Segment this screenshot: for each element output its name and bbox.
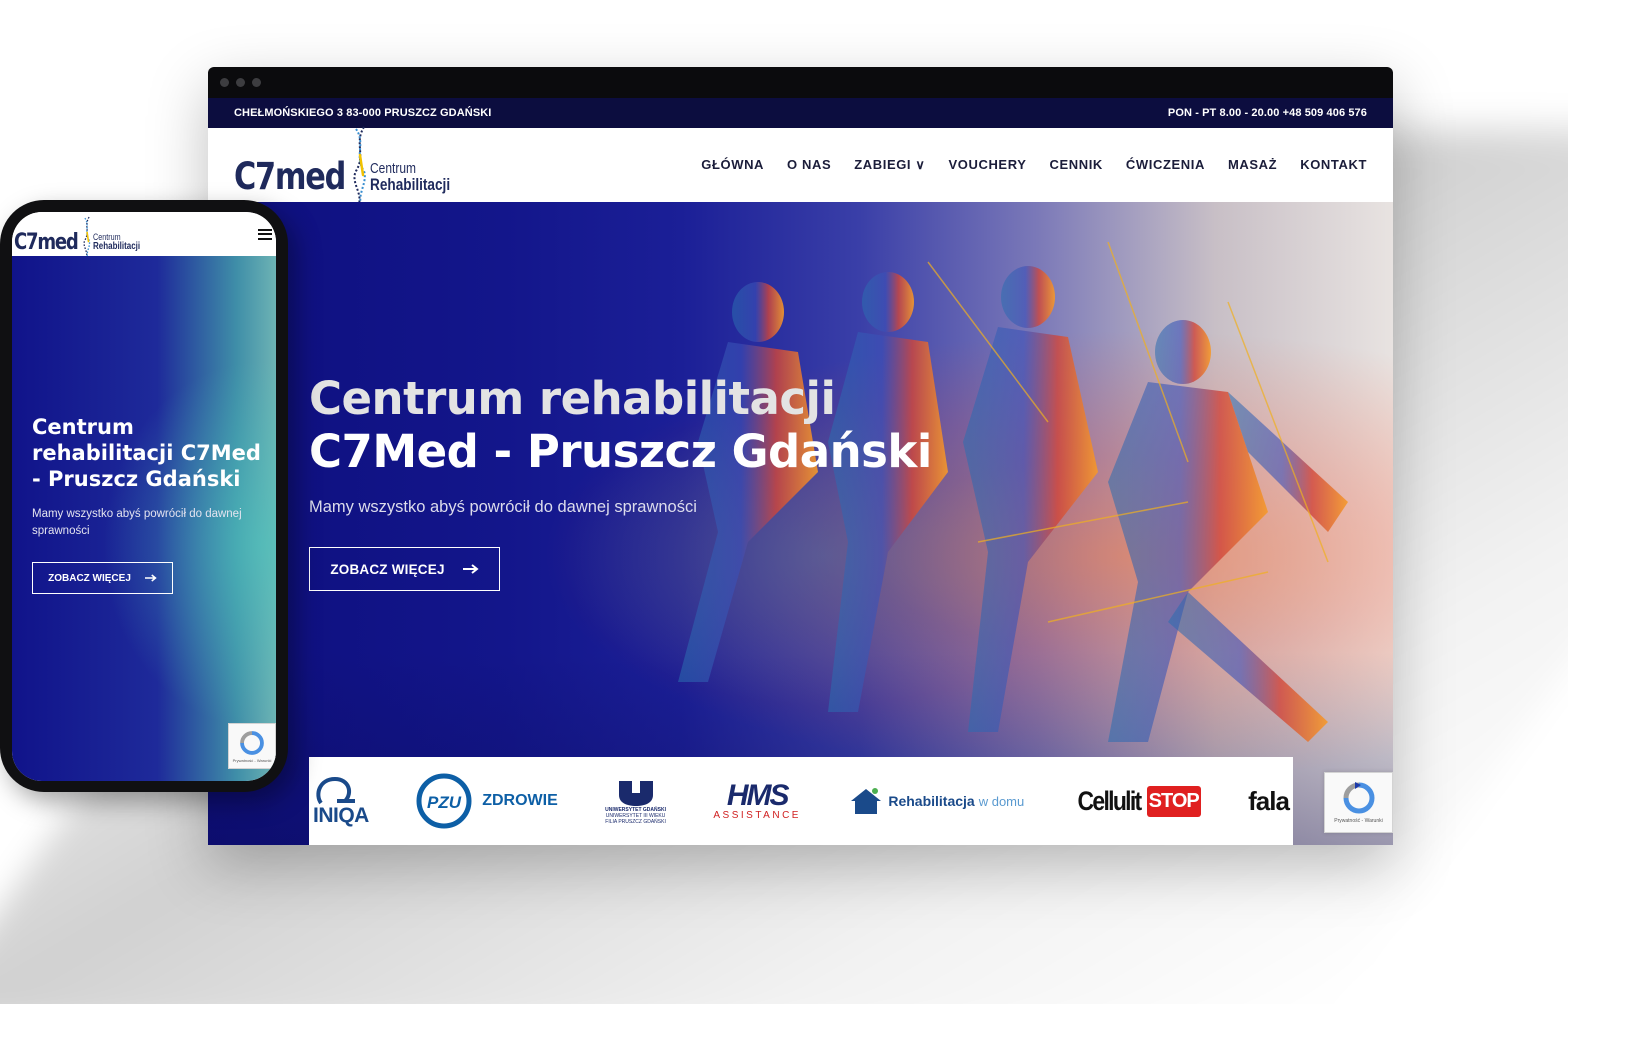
recaptcha-badge[interactable]: Prywatność - Warunki [1324, 772, 1393, 833]
hero-title-line2: C7Med - Pruszcz Gdański [309, 425, 932, 478]
partner-logo-ug[interactable]: UNIWERSYTET GDAŃSKI UNIWERSYTET III WIEK… [605, 777, 666, 825]
house-icon [851, 788, 882, 814]
phone-hero-title: Centrum rehabilitacji C7Med - Pruszcz Gd… [32, 415, 261, 491]
partner-logo-rehabilitacja-w-domu[interactable]: Rehabilitacja w domu [848, 786, 1024, 816]
phone-hero-text: Centrum rehabilitacji C7Med - Pruszcz Gd… [32, 414, 267, 594]
phone-recaptcha-icon [240, 730, 264, 755]
hms-assistance-label: ASSISTANCE [713, 809, 801, 821]
university-crest-icon [618, 779, 653, 806]
logo-wordmark: C7med [234, 155, 346, 198]
hero-title-line1: Centrum rehabilitacji [309, 372, 836, 425]
phone-see-more-label: ZOBACZ WIĘCEJ [48, 572, 131, 584]
menu-item-glowna[interactable]: GŁÓWNA [701, 157, 764, 173]
phone-site-logo[interactable]: C7med Centrum Rehabilitacji [14, 214, 151, 260]
dna-helix-icon [353, 126, 366, 208]
phone-hero-section: Centrum rehabilitacji C7Med - Pruszcz Gd… [12, 256, 276, 781]
svg-text:PZU: PZU [427, 793, 462, 812]
partner-logo-hms[interactable]: HMS ASSISTANCE [713, 778, 801, 821]
hero-title: Centrum rehabilitacji C7Med - Pruszcz Gd… [309, 372, 932, 478]
menu-item-cennik[interactable]: CENNIK [1049, 157, 1102, 173]
phone-see-more-button[interactable]: ZOBACZ WIĘCEJ [32, 562, 173, 594]
partner-logo-cellulit-stop[interactable]: Cellulit STOP [1072, 785, 1201, 817]
main-navbar: C7med Centrum Rehabilitacji GŁÓWNA O NAS… [208, 126, 1393, 208]
pzu-zdrowie-label: ZDROWIE [482, 792, 558, 809]
menu-item-cwiczenia[interactable]: ĆWICZENIA [1126, 157, 1205, 173]
cellulit-label: Cellulit [1077, 785, 1142, 816]
logo-subtitle-centrum: Centrum [369, 160, 416, 177]
menu-item-zabiegi[interactable]: ZABIEGI ∨ [854, 157, 925, 173]
pzu-icon: PZU [416, 773, 472, 829]
menu-item-vouchery[interactable]: VOUCHERY [948, 157, 1026, 173]
menu-item-kontakt[interactable]: KONTAKT [1300, 157, 1367, 173]
address-text: CHEŁMOŃSKIEGO 3 83-000 PRUSZCZ GDAŃSKI [234, 107, 492, 119]
hours-phone-text[interactable]: PON - PT 8.00 - 20.00 +48 509 406 576 [1168, 107, 1367, 119]
hero-section: Centrum rehabilitacji C7Med - Pruszcz Gd… [208, 202, 1393, 845]
phone-mockup: C7med Centrum Rehabilitacji Centrum reha… [0, 200, 288, 792]
rehab-label: Rehabilitacja [888, 793, 975, 809]
arrow-right-icon [462, 564, 479, 574]
window-minimize-dot[interactable] [236, 78, 245, 87]
menu-item-o-nas[interactable]: O NAS [787, 157, 831, 173]
recaptcha-links[interactable]: Prywatność - Warunki [1334, 818, 1382, 824]
phone-dna-helix-icon [83, 216, 90, 260]
menu-item-masaz[interactable]: MASAŻ [1228, 157, 1277, 173]
iniqa-label: INIQA [313, 804, 369, 827]
partner-logos-strip: INIQA PZU ZDROWIE UNIWERSYTET GDAŃSKI UN… [309, 757, 1293, 845]
fala-label: fala [1248, 785, 1290, 816]
phone-navbar: C7med Centrum Rehabilitacji [12, 212, 276, 260]
partner-logo-pzu[interactable]: PZU ZDROWIE [416, 773, 558, 829]
main-menu: GŁÓWNA O NAS ZABIEGI ∨ VOUCHERY CENNIK Ć… [701, 157, 1367, 173]
partner-logo-fala[interactable]: fala [1248, 785, 1290, 817]
desktop-browser-window: CHEŁMOŃSKIEGO 3 83-000 PRUSZCZ GDAŃSKI P… [208, 67, 1393, 845]
phone-hero-subtitle: Mamy wszystko abyś powrócił do dawnej sp… [32, 508, 242, 537]
ug-line3: FILIA PRUSZCZ GDAŃSKI [605, 819, 666, 825]
partner-logo-iniqa[interactable]: INIQA [313, 775, 369, 827]
cellulit-stop-label: STOP [1146, 785, 1201, 817]
phone-screen: C7med Centrum Rehabilitacji Centrum reha… [12, 212, 276, 781]
phone-logo-wordmark: C7med [14, 230, 79, 255]
see-more-label: ZOBACZ WIĘCEJ [330, 561, 445, 577]
top-info-bar: CHEŁMOŃSKIEGO 3 83-000 PRUSZCZ GDAŃSKI P… [208, 98, 1393, 128]
phone-recaptcha-links[interactable]: Prywatność - Warunki [233, 758, 272, 763]
recaptcha-icon [1343, 782, 1374, 814]
phone-arrow-right-icon [144, 574, 157, 582]
hamburger-menu-icon[interactable] [258, 228, 272, 240]
browser-titlebar [208, 67, 1393, 98]
hero-text-block: Centrum rehabilitacji C7Med - Pruszcz Gd… [309, 372, 932, 591]
hms-label: HMS [726, 778, 790, 812]
rehab-w-domu-label: w domu [978, 793, 1025, 809]
phone-logo-subtitle-rehabilitacji: Rehabilitacji [92, 241, 140, 252]
see-more-button[interactable]: ZOBACZ WIĘCEJ [309, 547, 500, 591]
window-maximize-dot[interactable] [252, 78, 261, 87]
hero-subtitle: Mamy wszystko abyś powrócił do dawnej sp… [309, 498, 697, 516]
site-logo[interactable]: C7med Centrum Rehabilitacji [234, 126, 470, 208]
logo-subtitle-rehabilitacji: Rehabilitacji [369, 175, 450, 194]
phone-recaptcha-badge[interactable]: Prywatność - Warunki [228, 723, 276, 769]
mockup-stage: CHEŁMOŃSKIEGO 3 83-000 PRUSZCZ GDAŃSKI P… [0, 0, 1568, 1004]
window-close-dot[interactable] [220, 78, 229, 87]
iniqa-icon [316, 776, 355, 805]
